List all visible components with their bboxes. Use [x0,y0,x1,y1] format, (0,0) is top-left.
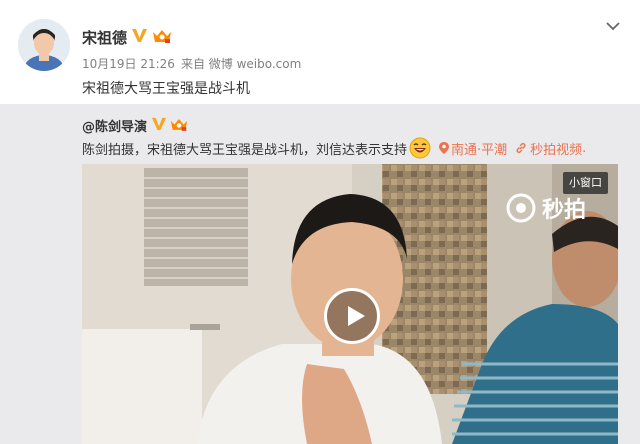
weibo-post: 宋祖德 10月19日 21:26 来自 微博 weibo.com 宋祖德大骂王宝强… [0,0,640,104]
laugh-emoji-icon [409,137,431,159]
miaopai-watermark: 秒拍 [506,192,586,224]
post-text: 宋祖德大骂王宝强是战斗机 [82,81,250,97]
play-icon [348,306,365,326]
play-button[interactable] [324,288,380,344]
post-source: 来自 微博 weibo.com [180,57,302,71]
original-text: 陈剑拍摄，宋祖德大骂王宝强是战斗机，刘信达表示支持 [82,142,408,158]
post-meta: 10月19日 21:26 来自 微博 weibo.com [82,55,301,72]
original-author[interactable]: @陈剑导演 [82,116,147,135]
location-link[interactable]: 南通·平潮 [439,139,507,158]
location-label: 南通·平潮 [451,142,508,158]
verified-v-icon [132,29,147,42]
video-link[interactable]: 秒拍视频 [515,139,582,158]
verified-v-icon [151,117,167,131]
link-icon [516,143,526,153]
repost-card: @陈剑导演 陈剑拍摄，宋祖德大骂王宝强是战斗机，刘信达表示支持 南通·平潮 秒拍… [0,104,640,444]
original-text-line: 陈剑拍摄，宋祖德大骂王宝强是战斗机，刘信达表示支持 南通·平潮 秒拍视频 . [82,137,586,159]
location-pin-icon [439,142,450,154]
author-avatar[interactable] [18,19,70,71]
chevron-down-icon[interactable] [605,20,621,32]
miaopai-brand: 秒拍 [542,198,587,223]
small-window-button[interactable]: 小窗口 [563,172,608,194]
camera-icon [506,193,536,223]
video-player[interactable]: 秒拍 小窗口 [82,164,618,444]
author-name[interactable]: 宋祖德 [82,27,127,48]
post-timestamp[interactable]: 10月19日 21:26 [82,57,175,71]
vip-crown-icon [170,119,188,131]
trailing-dot: . [582,140,587,156]
video-link-label: 秒拍视频 [530,142,583,158]
vip-crown-icon [153,30,171,43]
